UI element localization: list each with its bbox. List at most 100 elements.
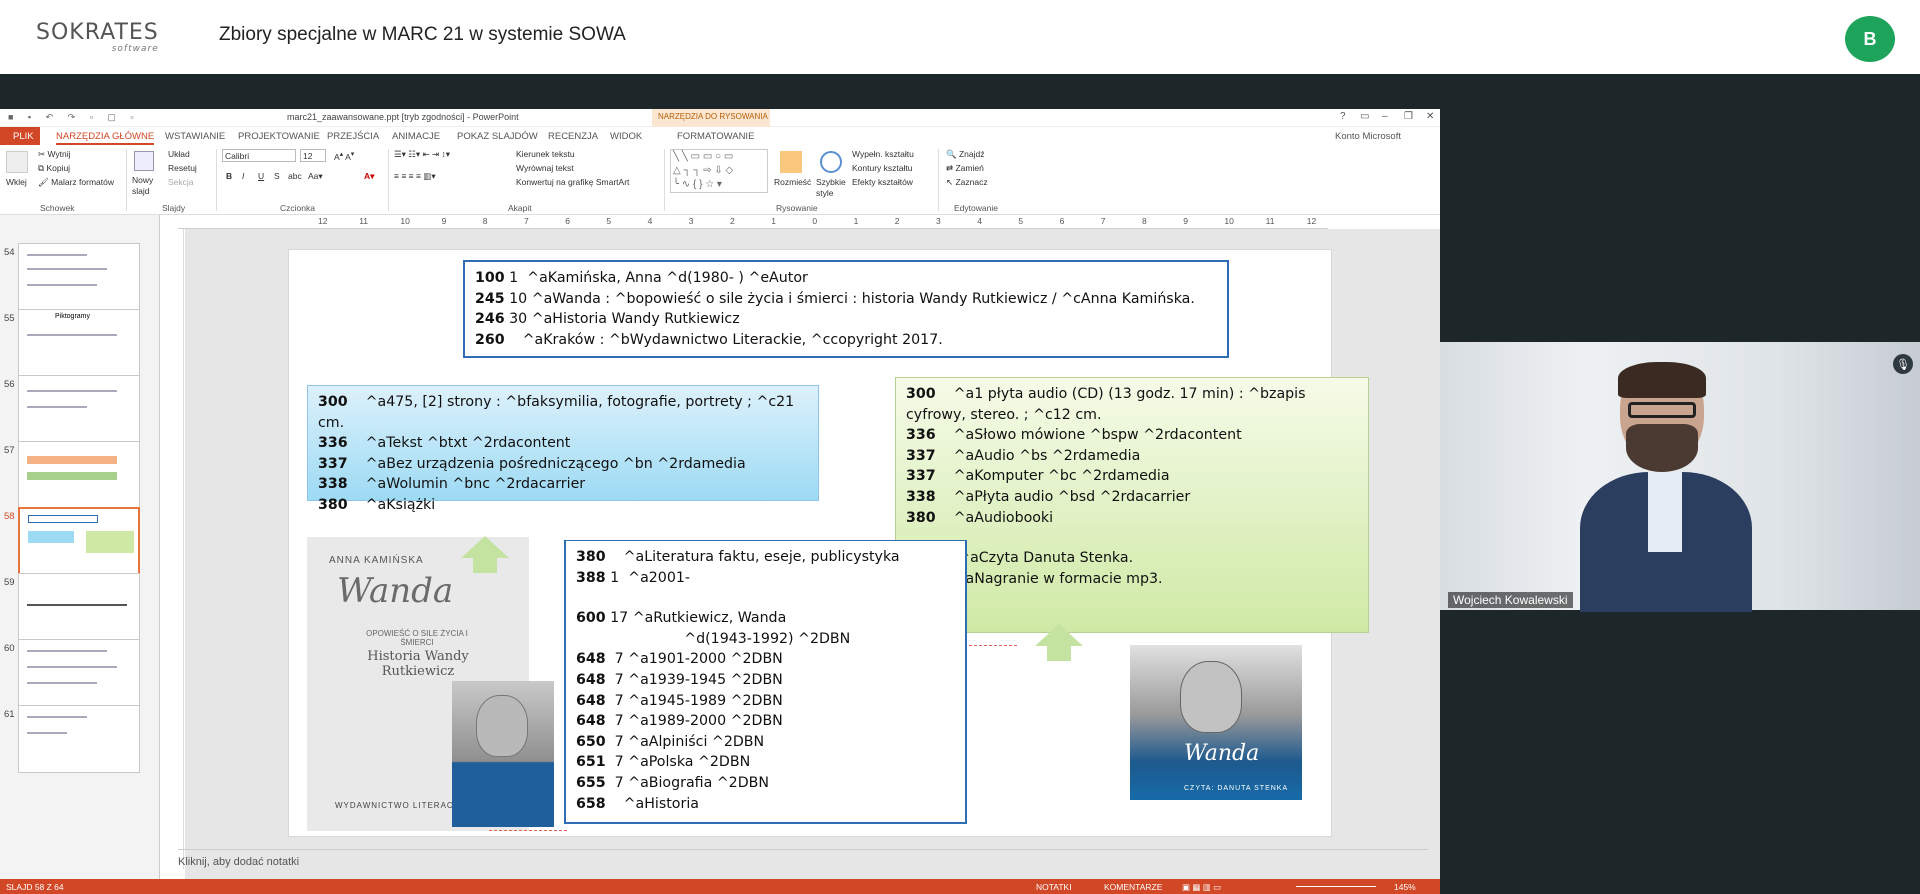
shape-outline-button[interactable]: Kontury kształtu (852, 163, 912, 173)
find-button[interactable]: 🔍 Znajdź (946, 149, 984, 160)
slide-thumbnail[interactable] (18, 639, 140, 707)
ruler-tick-label: 6 (565, 216, 570, 226)
new-slide-icon[interactable] (134, 151, 154, 171)
align-buttons[interactable]: ≡ ≡ ≡ ≡ ▥▾ (394, 171, 436, 182)
slide-thumbnail[interactable] (18, 573, 140, 641)
slide-thumbnail[interactable] (18, 243, 140, 311)
group-slides: Slajdy (162, 203, 186, 213)
cut-button[interactable]: ✂ Wytnij (38, 149, 71, 160)
shapes-gallery[interactable]: ╲ ╲ ▭ ▭ ○ ▭ △ ┐ ┐ ⇨ ⇩ ◇ ╰ ∿ { } ☆ ▾ (670, 149, 768, 193)
tab-insert[interactable]: WSTAWIANIE (165, 131, 225, 142)
marc-value: ^aBez urządzenia pośredniczącego ^bn ^2r… (347, 455, 746, 472)
font-size-up-icon[interactable]: A▴ A▾ (334, 149, 354, 162)
quick-styles-button[interactable]: Szybkie style (816, 177, 848, 199)
close-icon[interactable]: ✕ (1426, 111, 1434, 122)
marc-tag: 648 (576, 671, 606, 688)
marc-tag: 651 (576, 754, 606, 771)
notes-button[interactable]: NOTATKI (1036, 882, 1072, 892)
marc-field-line: 338 ^aPłyta audio ^bsd ^2rdacarrier (906, 487, 1358, 508)
marc-value: ^aHistoria (605, 795, 699, 812)
tab-home[interactable]: NARZĘDZIA GŁÓWNE (56, 131, 155, 145)
layout-button[interactable]: Układ (168, 149, 190, 159)
up-arrow-shape[interactable] (1047, 645, 1071, 661)
arrange-button[interactable]: Rozmieść (774, 177, 811, 187)
slide-thumbnail[interactable] (18, 375, 140, 443)
marc-record-main[interactable]: 100 1 ^aKamińska, Anna ^d(1980- ) ^eAuto… (463, 260, 1229, 358)
account-label[interactable]: Konto Microsoft (1335, 131, 1401, 142)
tab-slideshow[interactable]: POKAZ SLAJDÓW (457, 131, 538, 142)
arrange-icon[interactable] (780, 151, 802, 173)
new-slide-button[interactable]: Nowy slajd (132, 175, 162, 197)
slide-thumbnail[interactable]: Piktogramy (18, 309, 140, 377)
marc-value: ^aKomputer ^bc ^2rdamedia (935, 468, 1170, 485)
copy-button[interactable]: ⧉ Kopiuj (38, 163, 70, 174)
marc-value: ^aLiteratura faktu, eseje, publicystyka (605, 549, 900, 565)
paste-button[interactable]: Wklej (6, 177, 27, 187)
underline-button[interactable]: U (258, 171, 264, 181)
microphone-icon[interactable]: 🎙 (1893, 354, 1913, 374)
ribbon-display-icon[interactable]: ▭ (1360, 111, 1369, 122)
slide[interactable]: 100 1 ^aKamińska, Anna ^d(1980- ) ^eAuto… (288, 249, 1369, 837)
italic-button[interactable]: I (242, 171, 244, 181)
char-spacing-button[interactable]: abc (288, 171, 302, 181)
format-painter-button[interactable]: 🖌 Malarz formatów (38, 177, 114, 188)
tab-animations[interactable]: ANIMACJE (392, 131, 440, 142)
font-color-button[interactable]: A▾ (364, 171, 374, 182)
slide-thumbnail-current[interactable] (18, 507, 140, 575)
quick-access-toolbar[interactable]: ■ ▪ ↶ ↷ ▫ ▢ ▫ (8, 112, 140, 123)
participant-image (1580, 362, 1752, 612)
shape-fill-button[interactable]: Wypełn. kształtu (852, 149, 914, 159)
marc-field-line: 511 0 ^aCzyta Danuta Stenka. (906, 548, 1358, 569)
align-text-button[interactable]: Wyrównaj tekst (516, 163, 574, 173)
user-avatar[interactable]: B (1845, 16, 1895, 62)
tab-file[interactable]: PLIK (0, 127, 40, 145)
slide-thumbnail[interactable] (18, 441, 140, 509)
minimize-icon[interactable]: – (1382, 111, 1388, 122)
select-button[interactable]: ↖ Zaznacz (946, 177, 988, 188)
slide-thumbnails-pane[interactable]: 54 55 Piktogramy 56 57 58 59 60 61 (0, 215, 160, 885)
slide-thumbnail[interactable] (18, 705, 140, 773)
section-button[interactable]: Sekcja (168, 177, 194, 187)
tab-format[interactable]: FORMATOWANIE (677, 131, 754, 142)
notes-placeholder[interactable]: Kliknij, aby dodać notatki (178, 856, 299, 868)
zoom-level[interactable]: 145% (1394, 882, 1416, 892)
marc-tag: 246 (475, 311, 505, 328)
marc-field-line: 600 17 ^aRutkiewicz, Wanda (576, 608, 955, 629)
ruler-tick-label: 0 (812, 216, 818, 226)
smartart-button[interactable]: Konwertuj na grafikę SmartArt (516, 177, 629, 187)
text-direction-button[interactable]: Kierunek tekstu (516, 149, 575, 159)
font-size-select[interactable]: 12 (300, 149, 326, 162)
tab-transitions[interactable]: PRZEJŚCIA (327, 131, 379, 142)
help-icon[interactable]: ? (1340, 111, 1346, 122)
ribbon-separator (388, 149, 389, 211)
marc-value: ^aKsiążki (347, 496, 436, 513)
bold-button[interactable]: B (226, 171, 232, 181)
replace-button[interactable]: ⇄ Zamień (946, 163, 984, 174)
font-name-select[interactable]: Calibri (222, 149, 296, 162)
shape-effects-button[interactable]: Efekty kształtów (852, 177, 913, 187)
thumb-number: 56 (4, 379, 15, 390)
marc-record-book[interactable]: 300 ^a475, [2] strony : ^bfaksymilia, fo… (307, 385, 819, 513)
paste-icon[interactable] (6, 151, 28, 173)
view-buttons[interactable]: ▣ ▦ ▥ ▭ (1182, 882, 1221, 893)
zoom-slider[interactable] (1296, 886, 1376, 887)
group-font: Czcionka (280, 203, 315, 213)
change-case-button[interactable]: Aa▾ (308, 171, 323, 182)
marc-value: ^d(1943-1992) ^2DBN (576, 630, 851, 647)
tab-design[interactable]: PROJEKTOWANIE (238, 131, 320, 142)
marc-field-line: 648 7 ^a1945-1989 ^2DBN (576, 691, 955, 712)
reset-button[interactable]: Resetuj (168, 163, 197, 173)
strikethrough-button[interactable]: S (274, 171, 280, 181)
marc-record-subjects[interactable]: 380 ^aLiteratura faktu, eseje, publicyst… (564, 540, 967, 824)
marc-value: 7 ^a1939-1945 ^2DBN (605, 671, 783, 688)
tab-review[interactable]: RECENZJA (548, 131, 598, 142)
marc-field-line: 651 7 ^aPolska ^2DBN (576, 752, 955, 773)
tab-view[interactable]: WIDOK (610, 131, 642, 142)
comments-button[interactable]: KOMENTARZE (1104, 882, 1162, 892)
marc-field-line: 245 10 ^aWanda : ^bopowieść o sile życia… (475, 289, 1217, 310)
quick-styles-icon[interactable] (820, 151, 842, 173)
bullets-button[interactable]: ☰▾ ☷▾ ⇤ ⇥ ↕▾ (394, 149, 450, 160)
restore-icon[interactable]: ❐ (1404, 111, 1413, 122)
up-arrow-shape[interactable] (473, 557, 497, 573)
cover-author: ANNA KAMIŃSKA (329, 555, 424, 566)
